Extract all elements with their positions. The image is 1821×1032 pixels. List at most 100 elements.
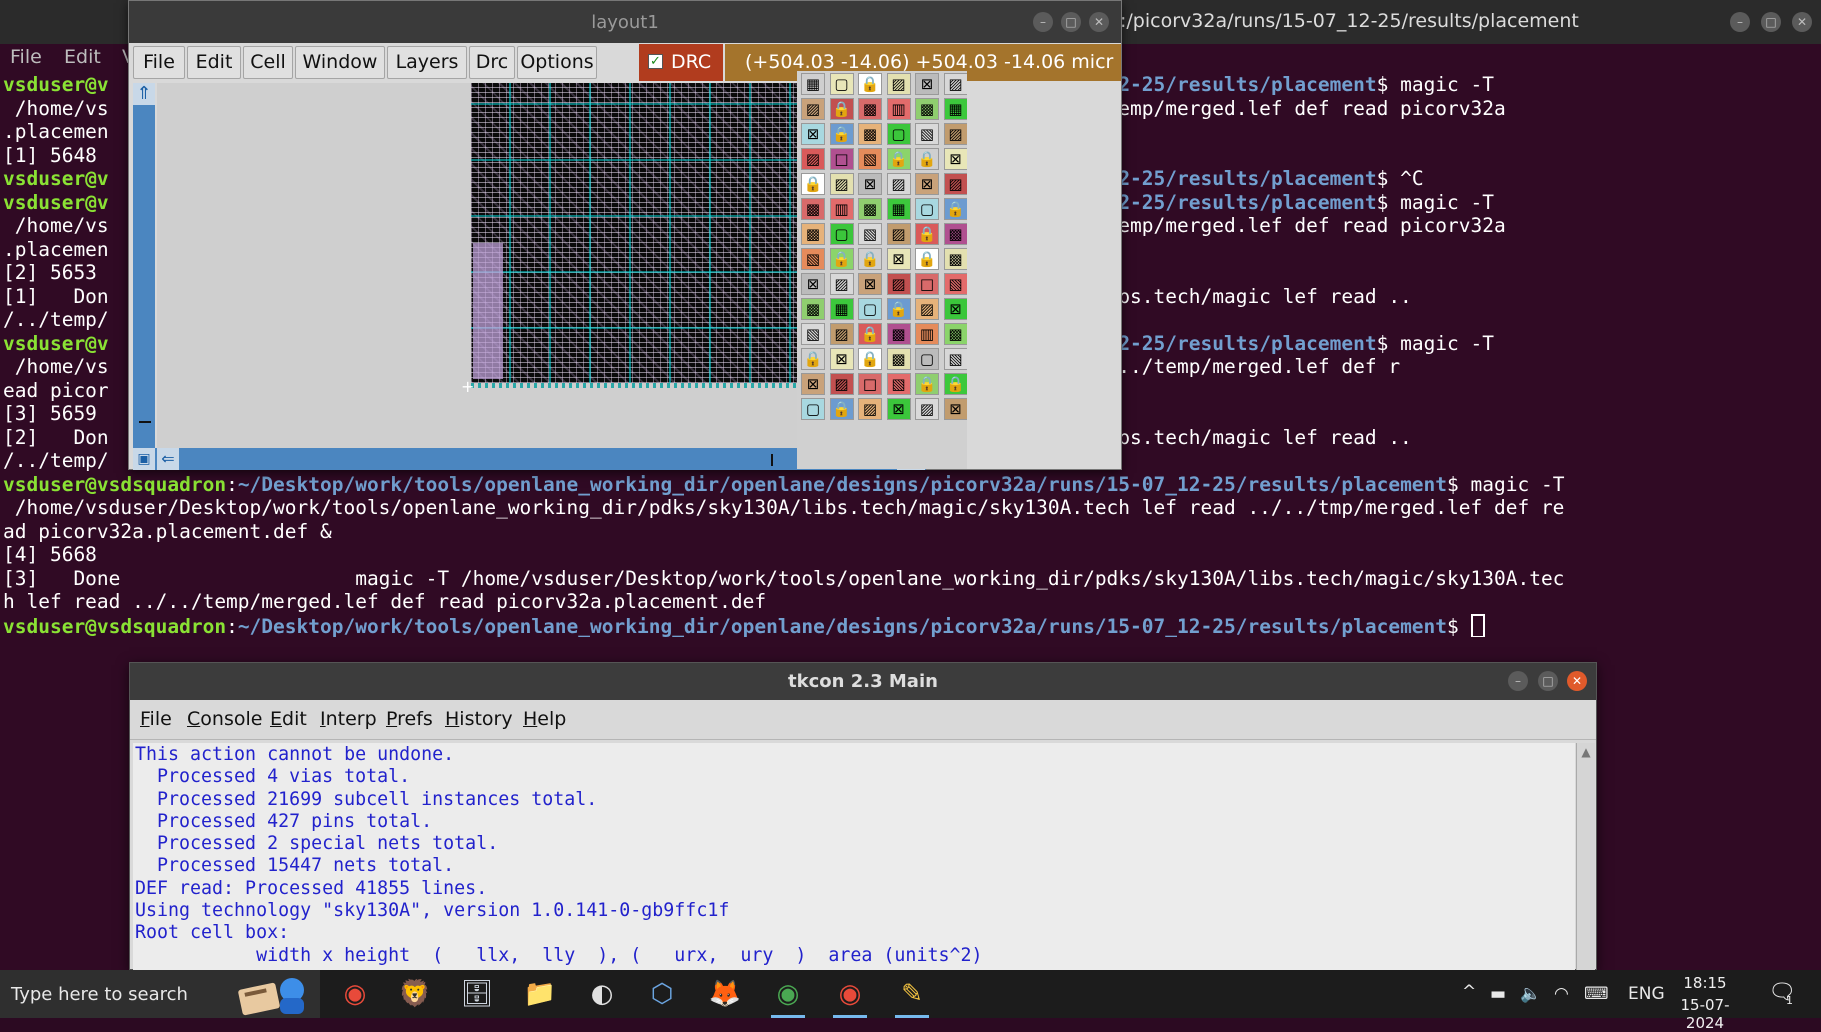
layer-swatch[interactable]: □ xyxy=(915,273,939,295)
layer-swatch[interactable]: ▨ xyxy=(943,123,967,145)
maximize-icon[interactable]: □ xyxy=(1061,12,1081,32)
layer-swatch[interactable]: 🔒 xyxy=(858,348,882,370)
show-hidden-icons-icon[interactable]: ^ xyxy=(1462,982,1476,1002)
layer-swatch[interactable]: 🔒 xyxy=(858,323,882,345)
layer-swatch[interactable]: 🔒 xyxy=(858,73,882,95)
layer-swatch[interactable]: ▩ xyxy=(801,223,825,245)
layer-swatch[interactable]: ▨ xyxy=(829,273,854,295)
minimize-icon[interactable]: – xyxy=(1508,671,1528,691)
layer-swatch[interactable]: ▨ xyxy=(915,398,939,420)
layer-swatch[interactable]: ⊠ xyxy=(943,148,967,170)
layer-swatch[interactable]: ▨ xyxy=(886,273,911,295)
tkcon-menu-item[interactable]: Console xyxy=(187,708,262,730)
layer-swatch[interactable]: ⊠ xyxy=(915,73,939,95)
layer-swatch[interactable]: 🔒 xyxy=(915,248,939,270)
layer-swatch[interactable]: ▩ xyxy=(943,248,967,270)
layer-swatch[interactable]: ▨ xyxy=(943,173,967,195)
layer-swatch[interactable]: ▨ xyxy=(858,398,882,420)
layer-swatch[interactable]: ⊠ xyxy=(858,273,882,295)
layer-swatch[interactable]: ▩ xyxy=(943,323,967,345)
layout-menu-edit[interactable]: Edit xyxy=(187,46,241,79)
layer-swatch[interactable]: ⊠ xyxy=(801,373,825,395)
close-icon[interactable]: ✕ xyxy=(1792,12,1812,32)
layout-menu-layers[interactable]: Layers xyxy=(387,46,467,79)
layer-swatch[interactable]: 🔒 xyxy=(829,123,854,145)
terminal-menu-edit[interactable]: Edit xyxy=(64,46,101,68)
language-indicator[interactable]: ENG xyxy=(1628,984,1665,1004)
layout-titlebar[interactable]: layout1 – □ ✕ xyxy=(129,1,1121,43)
layer-swatch[interactable]: ▨ xyxy=(943,73,967,95)
clock-time[interactable]: 18:15 xyxy=(1674,974,1736,992)
layer-swatch[interactable]: 🔒 xyxy=(829,98,854,120)
layer-swatch[interactable]: 🔒 xyxy=(915,148,939,170)
taskbar-search[interactable]: Type here to search xyxy=(0,970,320,1018)
layout-menu-cell[interactable]: Cell xyxy=(243,46,293,79)
tkcon-titlebar[interactable]: tkcon 2.3 Main – □ ✕ xyxy=(130,663,1596,700)
layer-swatch[interactable]: 🔒 xyxy=(943,198,967,220)
scroll-up-icon[interactable]: ▲ xyxy=(1579,745,1593,759)
tkcon-menu-item[interactable]: Help xyxy=(523,708,566,730)
layer-swatch[interactable]: 🔒 xyxy=(801,348,825,370)
layer-swatch[interactable]: ▢ xyxy=(829,73,854,95)
chrome-icon-2[interactable]: ◉ xyxy=(825,974,875,1018)
layer-swatch[interactable]: ▨ xyxy=(886,173,911,195)
tkcon-menu-item[interactable]: History xyxy=(445,708,513,730)
horizontal-scroll-marker[interactable] xyxy=(771,454,773,466)
layer-swatch[interactable]: ⊠ xyxy=(886,248,911,270)
layer-swatch[interactable]: ⊠ xyxy=(829,348,854,370)
maximize-icon[interactable]: □ xyxy=(1538,671,1558,691)
layer-swatch[interactable]: ⊠ xyxy=(943,298,967,320)
layer-swatch[interactable]: ⊠ xyxy=(801,123,825,145)
magic-layout-window[interactable]: layout1 – □ ✕ File Edit Cell Window Laye… xyxy=(128,0,1122,470)
layer-swatch[interactable]: ▦ xyxy=(943,98,967,120)
layer-swatch[interactable]: ▩ xyxy=(858,198,882,220)
layer-swatch[interactable]: 🔒 xyxy=(801,173,825,195)
layer-swatch[interactable]: ▦ xyxy=(801,73,825,95)
layer-swatch[interactable]: ▦ xyxy=(886,198,911,220)
layer-swatch[interactable]: ⊠ xyxy=(801,273,825,295)
layer-swatch[interactable]: ⊠ xyxy=(886,398,911,420)
layer-swatch[interactable]: ▢ xyxy=(801,398,825,420)
layer-swatch[interactable]: 🔒 xyxy=(886,148,911,170)
close-icon[interactable]: ✕ xyxy=(1089,12,1109,32)
tkcon-scrollbar[interactable]: ▲ xyxy=(1576,743,1595,971)
layer-swatch[interactable]: ▨ xyxy=(829,173,854,195)
layer-swatch[interactable]: ▢ xyxy=(829,223,854,245)
tkcon-menu-item[interactable]: Interp xyxy=(320,708,377,730)
minimize-icon[interactable]: – xyxy=(1033,12,1053,32)
layer-swatch[interactable]: 🔒 xyxy=(943,373,967,395)
layer-swatch[interactable]: 🔒 xyxy=(858,248,882,270)
layer-swatch[interactable]: ⊠ xyxy=(915,173,939,195)
layer-swatch[interactable]: ▩ xyxy=(858,123,882,145)
layer-swatch[interactable]: ▩ xyxy=(886,323,911,345)
tkcon-console-output[interactable]: This action cannot be undone. Processed … xyxy=(133,743,1575,971)
editor-icon[interactable]: ✎ xyxy=(887,974,937,1018)
tkcon-menu-item[interactable]: Prefs xyxy=(386,708,433,730)
layer-swatch[interactable]: ⊠ xyxy=(943,398,967,420)
file-explorer-icon[interactable]: 📁 xyxy=(515,974,565,1014)
layer-swatch[interactable]: ▨ xyxy=(801,148,825,170)
scroll-left-icon[interactable]: ⇐ xyxy=(157,448,179,470)
layer-swatch[interactable]: ▧ xyxy=(943,348,967,370)
layer-swatch[interactable]: 🔒 xyxy=(915,373,939,395)
clock-app-icon[interactable]: ◐ xyxy=(577,974,627,1014)
layer-swatch[interactable]: ▨ xyxy=(829,323,854,345)
layer-swatch[interactable]: ▧ xyxy=(886,373,911,395)
volume-icon[interactable]: 🔈 xyxy=(1520,984,1541,1004)
vertical-scroll-marker[interactable] xyxy=(139,421,151,423)
layer-swatch[interactable]: ▧ xyxy=(801,248,825,270)
layer-swatch[interactable]: ▢ xyxy=(886,123,911,145)
layer-swatch[interactable]: ▢ xyxy=(915,198,939,220)
zoom-box-icon[interactable]: ▣ xyxy=(133,448,155,470)
keyboard-icon[interactable]: ⌨ xyxy=(1584,984,1609,1004)
layer-swatch[interactable]: 🔒 xyxy=(915,223,939,245)
virtualbox-icon[interactable]: ⬡ xyxy=(637,974,687,1014)
layer-swatch[interactable]: ▥ xyxy=(886,98,911,120)
tkcon-window[interactable]: tkcon 2.3 Main – □ ✕ File Console Edit Inte… xyxy=(129,662,1597,971)
layer-swatch[interactable]: □ xyxy=(829,148,854,170)
layer-swatch[interactable]: ▨ xyxy=(915,298,939,320)
layer-swatch[interactable]: ▩ xyxy=(886,348,911,370)
chrome-icon[interactable]: ◉ xyxy=(330,974,380,1014)
layer-swatch[interactable]: ⊠ xyxy=(858,173,882,195)
layer-swatch[interactable]: ▧ xyxy=(943,273,967,295)
